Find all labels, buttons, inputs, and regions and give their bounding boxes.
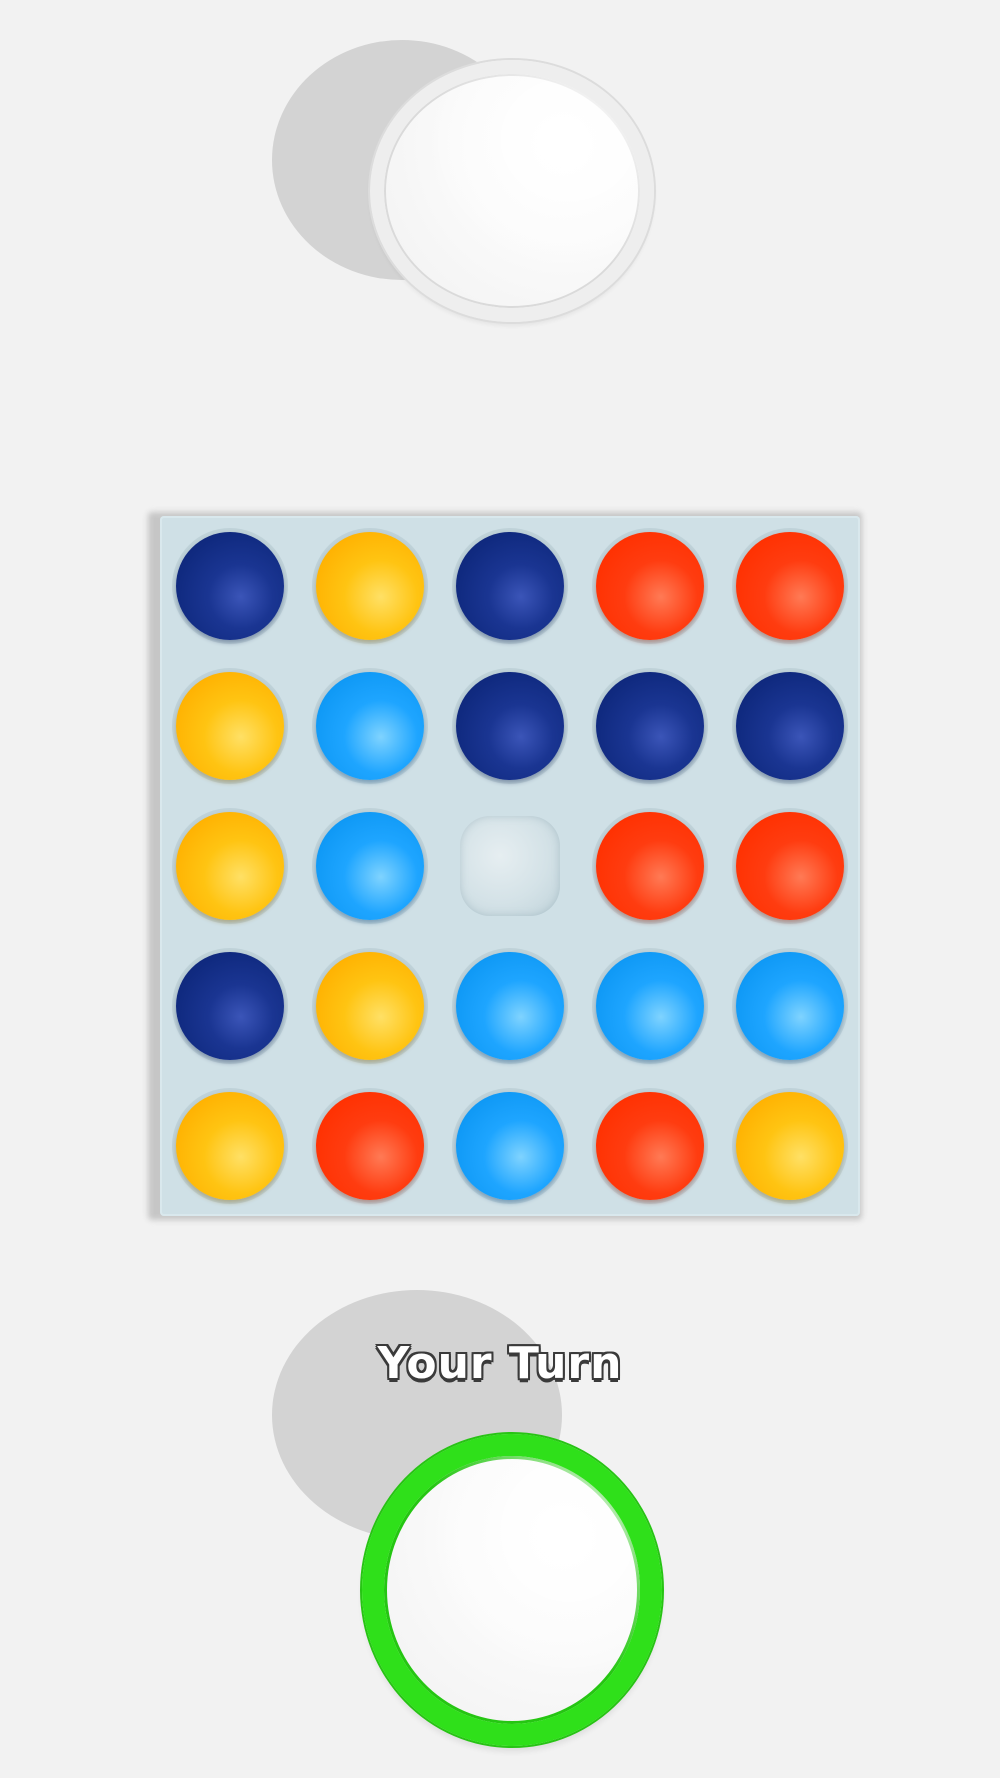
board-cell[interactable] — [720, 796, 860, 936]
board-cell[interactable] — [440, 796, 580, 936]
board-cell[interactable] — [160, 656, 300, 796]
board-cell[interactable] — [300, 936, 440, 1076]
board-cell[interactable] — [720, 936, 860, 1076]
cyan-ball[interactable] — [456, 1092, 564, 1200]
board-cell[interactable] — [160, 516, 300, 656]
yellow-ball[interactable] — [316, 952, 424, 1060]
yellow-ball[interactable] — [736, 1092, 844, 1200]
board-cell[interactable] — [720, 656, 860, 796]
board-cell[interactable] — [160, 936, 300, 1076]
navy-ball[interactable] — [456, 532, 564, 640]
board-cell[interactable] — [580, 796, 720, 936]
navy-ball[interactable] — [176, 532, 284, 640]
board-cell[interactable] — [580, 1076, 720, 1216]
player-cup-gloss — [384, 1456, 640, 1724]
empty-slot[interactable] — [460, 816, 560, 916]
board-cell[interactable] — [300, 516, 440, 656]
cyan-ball[interactable] — [456, 952, 564, 1060]
board-cell[interactable] — [580, 656, 720, 796]
board-cell[interactable] — [440, 516, 580, 656]
board-cell[interactable] — [300, 656, 440, 796]
game-board — [160, 516, 860, 1216]
board-cell[interactable] — [160, 796, 300, 936]
board-cell[interactable] — [440, 656, 580, 796]
yellow-ball[interactable] — [316, 532, 424, 640]
red-ball[interactable] — [596, 532, 704, 640]
navy-ball[interactable] — [736, 672, 844, 780]
red-ball[interactable] — [736, 812, 844, 920]
yellow-ball[interactable] — [176, 1092, 284, 1200]
board-cell[interactable] — [580, 516, 720, 656]
board-cell[interactable] — [300, 1076, 440, 1216]
board-cell[interactable] — [440, 936, 580, 1076]
board-cell[interactable] — [440, 1076, 580, 1216]
navy-ball[interactable] — [596, 672, 704, 780]
turn-status-label: Your Turn — [377, 1338, 623, 1389]
opponent-cup-icon — [370, 60, 654, 322]
cyan-ball[interactable] — [316, 672, 424, 780]
yellow-ball[interactable] — [176, 812, 284, 920]
player-cup-icon[interactable] — [362, 1434, 662, 1746]
navy-ball[interactable] — [176, 952, 284, 1060]
board-cell[interactable] — [300, 796, 440, 936]
opponent-cup-gloss — [384, 74, 640, 308]
cyan-ball[interactable] — [596, 952, 704, 1060]
red-ball[interactable] — [596, 812, 704, 920]
board-cell[interactable] — [160, 1076, 300, 1216]
red-ball[interactable] — [316, 1092, 424, 1200]
board-cell[interactable] — [720, 1076, 860, 1216]
cyan-ball[interactable] — [736, 952, 844, 1060]
red-ball[interactable] — [596, 1092, 704, 1200]
board-cell[interactable] — [720, 516, 860, 656]
cyan-ball[interactable] — [316, 812, 424, 920]
yellow-ball[interactable] — [176, 672, 284, 780]
board-cell[interactable] — [580, 936, 720, 1076]
red-ball[interactable] — [736, 532, 844, 640]
navy-ball[interactable] — [456, 672, 564, 780]
